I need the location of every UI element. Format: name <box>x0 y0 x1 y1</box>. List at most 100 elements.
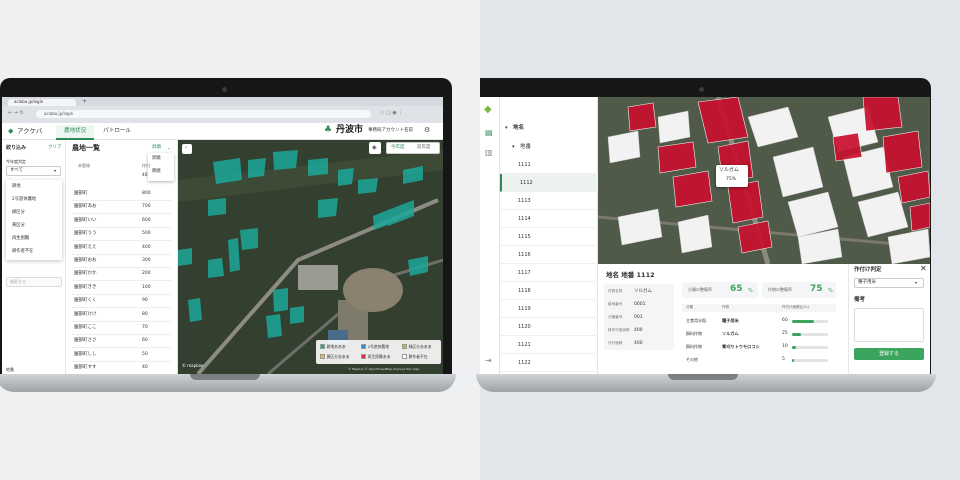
crop-bar <box>792 333 828 336</box>
dropdown-option[interactable]: 耕地 <box>12 184 21 189</box>
satellite-map[interactable]: ‹ ◈ 今年度 前年度 耕地あああ 2号遊休農地 緑区分あああ 黄区分あああ 再… <box>178 140 443 374</box>
tree-item-label: 1116 <box>518 252 531 258</box>
row-name: 園部町うう <box>74 231 97 237</box>
table-row[interactable]: 園部町おお 300 <box>72 255 172 268</box>
tree-item[interactable]: 1120 <box>500 318 598 336</box>
tree-item[interactable]: 1118 <box>500 282 598 300</box>
account-name[interactable]: 事務局アカウント名前 <box>368 128 413 134</box>
chiban-search-input[interactable]: 検索する <box>6 277 62 287</box>
tree-item-label: 1121 <box>518 342 531 348</box>
map-imagery <box>178 140 443 374</box>
field-label: 作物名称 <box>608 289 623 293</box>
tree-item[interactable]: 1121 <box>500 336 598 354</box>
crop-bar <box>792 359 828 362</box>
sort-select[interactable]: 昇順 <box>152 145 161 151</box>
logout-icon[interactable]: ⇥ <box>485 357 492 365</box>
app-logo[interactable]: アクケバ <box>17 128 42 135</box>
table-row[interactable]: 園部町ええ 400 <box>72 242 172 255</box>
judge-title: 作付け判定 <box>854 267 882 273</box>
tree-item[interactable]: 1115 <box>500 228 598 246</box>
caret-icon: ▾ <box>505 125 508 131</box>
row-value: 80 <box>142 311 148 317</box>
legend-item: 再生困難ああ <box>361 354 390 360</box>
row-name: 園部町ここ <box>74 325 97 330</box>
new-tab-icon[interactable]: + <box>82 99 87 105</box>
gear-icon[interactable]: ⚙ <box>424 127 430 134</box>
tree-item[interactable]: 1112 <box>500 174 598 192</box>
crop-bar-fill <box>792 333 801 336</box>
tree-item[interactable]: 1117 <box>500 264 598 282</box>
table-row[interactable]: 園部町くく 90 <box>72 295 172 309</box>
table-row[interactable]: 園部町きき 100 <box>72 282 172 295</box>
browser-actions-icon[interactable]: ☆ ▢ ◉ ⋮ <box>380 111 403 116</box>
table-row[interactable]: 園部町けけ 80 <box>72 309 172 322</box>
screen-left: aclaba.jp/login + ← → ↻ aclaba.jp/login … <box>2 97 443 374</box>
close-icon[interactable]: ✕ <box>920 265 927 273</box>
row-name: 園部町ささ <box>74 338 97 344</box>
judge-select-value: 種子用米 <box>858 280 876 285</box>
chevron-down-icon: ⌄ <box>167 145 171 150</box>
tree-sub[interactable]: 地番 <box>520 144 531 151</box>
crop-name: 青刈りトウモロコシ <box>722 344 760 349</box>
year-toggle: 今年度 前年度 <box>386 142 440 154</box>
parcel-map-imagery <box>598 97 930 264</box>
collapse-button[interactable]: ‹ <box>182 144 192 154</box>
nav-arrows-icon[interactable]: ← → ↻ <box>8 111 24 116</box>
tab-farm-status[interactable]: 農地状況 <box>56 125 94 140</box>
crop-pct: 5 <box>782 357 785 362</box>
layers-button[interactable]: ◈ <box>369 142 381 154</box>
dropdown-option[interactable]: 黄区分 <box>12 223 25 228</box>
dropdown-option[interactable]: 緑区分 <box>12 210 25 215</box>
legend-swatch <box>361 354 366 359</box>
sort-option[interactable]: 降順 <box>152 169 161 174</box>
tree-item[interactable]: 1111 <box>500 156 598 174</box>
toggle-current-year[interactable]: 今年度 <box>391 145 405 151</box>
table-row[interactable]: 園部町うう 500 <box>72 228 172 242</box>
field-row: 耕地番号 0001 <box>604 300 674 312</box>
tree-item[interactable]: 1113 <box>500 192 598 210</box>
judge-select[interactable]: 種子用米 ▾ <box>854 278 924 288</box>
table-row[interactable]: 園部町いい 600 <box>72 215 172 228</box>
map-credit: © Mapbox © OpenStreetMap Improve this ma… <box>348 367 420 371</box>
dropdown-option[interactable]: 再生困難 <box>12 236 29 241</box>
table-row[interactable]: 園部町あお 700 <box>72 201 172 215</box>
row-name: 園部町かか <box>74 271 97 277</box>
legend-item: 緑区分あああ <box>402 344 431 350</box>
crop-name: 種子用米 <box>722 318 739 323</box>
clear-button[interactable]: クリア <box>48 145 62 151</box>
legend-item: 耕地あああ <box>320 344 346 350</box>
tree-item[interactable]: 1119 <box>500 300 598 318</box>
map-icon[interactable]: ▤ <box>485 129 493 137</box>
row-name: 園部町けけ <box>74 311 97 317</box>
tree-item[interactable]: 1114 <box>500 210 598 228</box>
crop-bar-fill <box>792 346 796 349</box>
year-select[interactable]: すべて ▾ <box>6 166 61 176</box>
sort-option[interactable]: 昇順 <box>152 156 161 161</box>
browser-tab[interactable]: aclaba.jp/login <box>8 99 76 106</box>
tree-item[interactable]: 1122 <box>500 354 598 372</box>
parcel-map[interactable]: ソルガム 75% <box>598 97 930 264</box>
crop-row: 主食用水稲 種子用米 60 <box>682 316 836 328</box>
book-icon[interactable]: ▥ <box>485 149 493 157</box>
camera-left <box>222 87 227 92</box>
submit-button[interactable]: 登録する <box>854 348 924 360</box>
tree-root[interactable]: 地名 <box>513 125 524 132</box>
dropdown-option[interactable]: 耕作者不在 <box>12 249 33 254</box>
first-value: 40 <box>142 173 148 178</box>
url-bar[interactable]: aclaba.jp/login <box>36 110 371 118</box>
table-row[interactable]: 園部町すす 40 <box>72 362 172 374</box>
table-row[interactable]: 園部町かか 200 <box>72 268 172 282</box>
tree-item[interactable]: 1116 <box>500 246 598 264</box>
rate-box-2: 作物の整備率 75 % <box>762 282 836 298</box>
table-row[interactable]: 園部町 800 <box>72 188 172 201</box>
legend-swatch <box>320 354 325 359</box>
table-row[interactable]: 園部町しし 50 <box>72 349 172 362</box>
chevron-down-icon: ▾ <box>54 168 57 173</box>
note-textarea[interactable] <box>854 308 924 342</box>
table-row[interactable]: 園部町ささ 60 <box>72 335 172 349</box>
dropdown-option[interactable]: 2号遊休農地 <box>12 197 36 202</box>
tab-patrol[interactable]: パトロール <box>98 125 136 140</box>
table-row[interactable]: 園部町ここ 70 <box>72 322 172 335</box>
tree-item-label: 1118 <box>518 288 531 294</box>
toggle-prev-year[interactable]: 前年度 <box>417 145 431 151</box>
